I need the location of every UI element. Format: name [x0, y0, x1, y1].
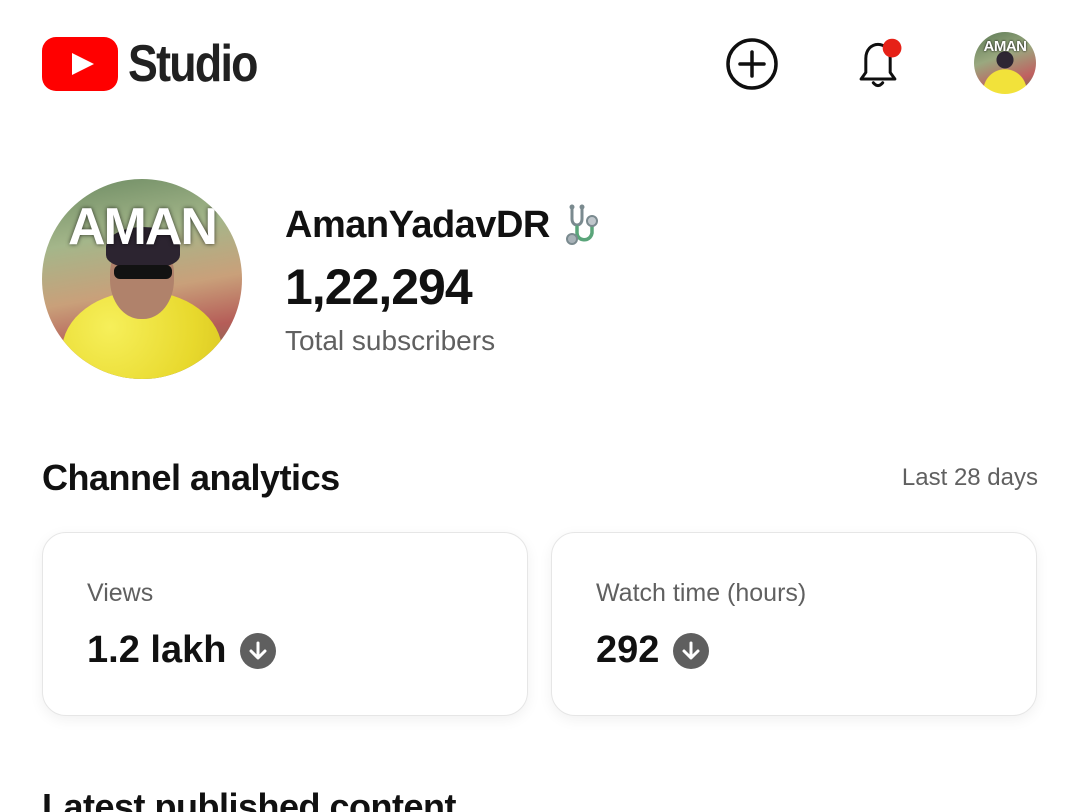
logo-text: Studio	[128, 35, 259, 93]
channel-name: AmanYadavDR	[285, 203, 602, 247]
date-range-label: Last 28 days	[901, 464, 1038, 491]
top-bar: Studio AMAN	[0, 0, 1080, 130]
create-button[interactable]	[722, 34, 782, 94]
youtube-logo-icon	[42, 37, 118, 91]
latest-content-title: Latest published content	[42, 786, 457, 812]
avatar-label: AMAN	[983, 38, 1028, 55]
trend-down-icon	[673, 632, 710, 669]
channel-analytics-title: Channel analytics	[42, 457, 340, 498]
stethoscope-icon	[558, 203, 602, 247]
watch-time-card[interactable]: Watch time (hours) 292	[551, 532, 1037, 716]
youtube-studio-logo[interactable]: Studio	[42, 34, 278, 94]
views-label: Views	[87, 579, 154, 607]
channel-avatar-label: AMAN	[68, 198, 218, 256]
studio-dashboard: Studio AMAN AMAN AmanYadavDR 1,22,294 To…	[0, 0, 1080, 812]
watch-time-label: Watch time (hours)	[596, 579, 807, 607]
create-plus-icon	[726, 38, 778, 90]
notification-dot	[882, 38, 902, 58]
account-avatar[interactable]: AMAN	[974, 32, 1036, 94]
notifications-button[interactable]	[848, 34, 908, 94]
channel-avatar[interactable]: AMAN	[42, 179, 242, 379]
views-card[interactable]: Views 1.2 lakh	[42, 532, 528, 716]
views-value: 1.2 lakh	[87, 629, 227, 671]
watch-time-value: 292	[596, 629, 660, 671]
subscriber-label: Total subscribers	[285, 325, 496, 356]
subscriber-count: 1,22,294	[285, 259, 473, 315]
trend-down-icon	[240, 632, 277, 669]
bell-icon	[859, 38, 902, 88]
